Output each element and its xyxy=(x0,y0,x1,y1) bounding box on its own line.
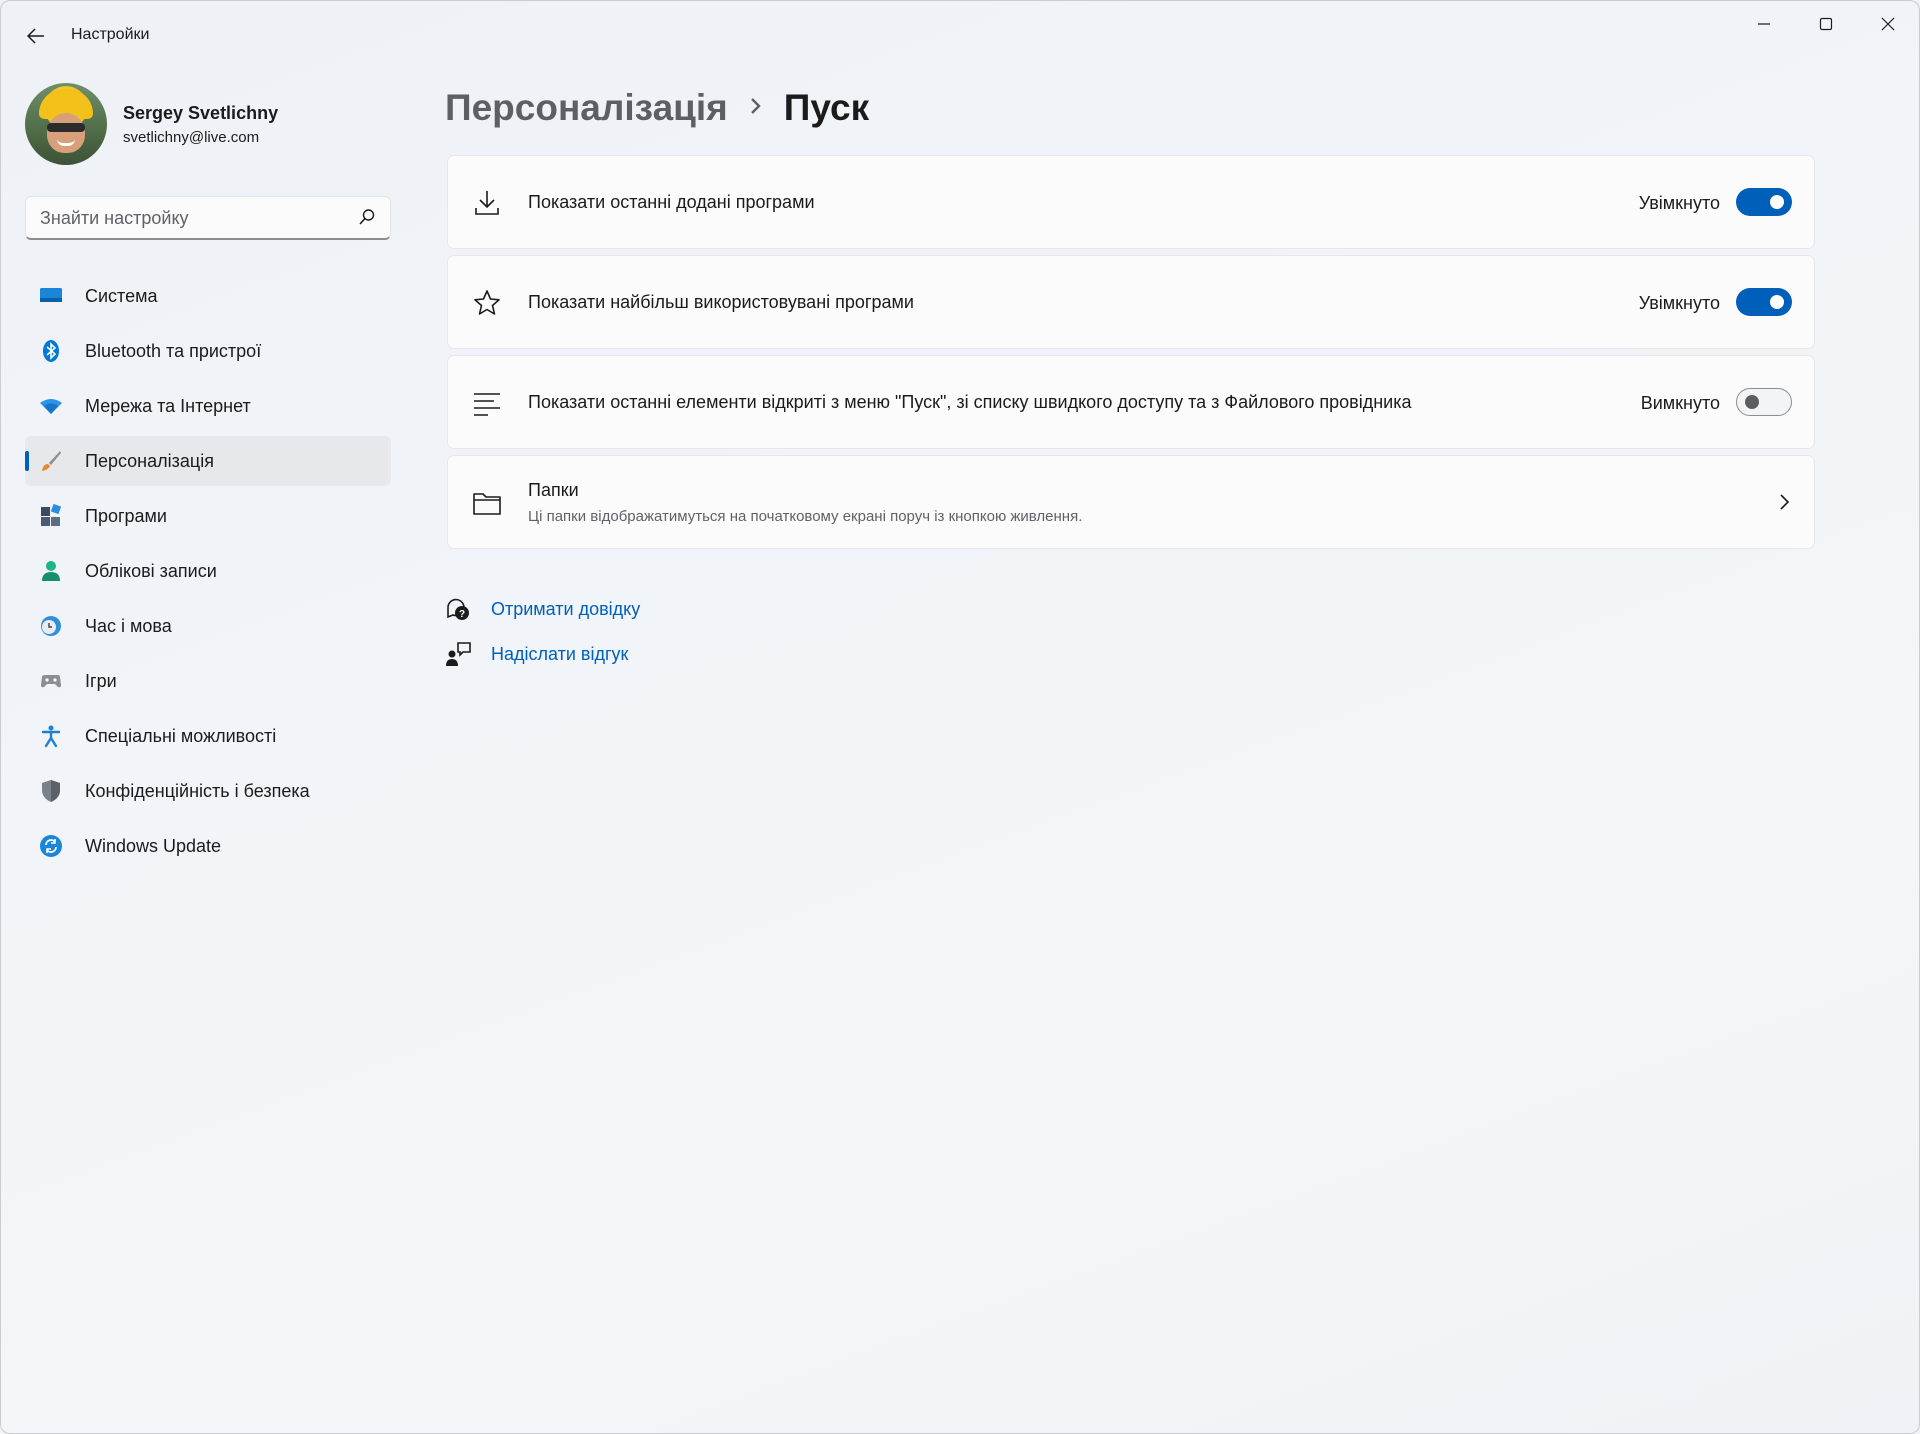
sidebar-item-time-language[interactable]: Час і мова xyxy=(25,601,391,651)
minimize-icon xyxy=(1758,23,1770,25)
sidebar-item-label: Облікові записи xyxy=(85,561,217,581)
maximize-button[interactable] xyxy=(1795,1,1857,47)
chevron-right-icon xyxy=(750,97,762,120)
search-box[interactable] xyxy=(25,196,391,240)
folder-icon xyxy=(472,488,502,518)
sidebar-item-accessibility[interactable]: Спеціальні можливості xyxy=(25,711,391,761)
apps-icon xyxy=(39,503,63,528)
sidebar-item-label: Програми xyxy=(85,506,167,526)
sidebar-item-label: Персоналізація xyxy=(85,451,214,471)
sidebar-item-accounts[interactable]: Облікові записи xyxy=(25,546,391,596)
sidebar-item-label: Конфіденційність і безпека xyxy=(85,781,310,801)
setting-title: Показати останні додані програми xyxy=(528,192,815,212)
send-feedback-text[interactable]: Надіслати відгук xyxy=(491,644,628,665)
accounts-icon xyxy=(39,559,63,583)
brush-icon xyxy=(39,449,63,473)
get-help-text[interactable]: Отримати довідку xyxy=(491,599,640,620)
sidebar-item-label: Система xyxy=(85,286,158,306)
avatar[interactable] xyxy=(25,83,107,165)
recent-items-toggle[interactable] xyxy=(1736,388,1792,416)
accessibility-icon xyxy=(39,724,63,748)
toggle-state-label: Увімкнуто xyxy=(1638,193,1720,213)
sidebar-item-apps[interactable]: Програми xyxy=(25,491,391,541)
profile-email: svetlichny@live.com xyxy=(123,129,260,146)
send-feedback-link[interactable]: Надіслати відгук xyxy=(445,639,628,669)
toggle-state-label: Увімкнуто xyxy=(1638,293,1720,313)
sidebar-item-system[interactable]: Система xyxy=(25,271,391,321)
system-icon xyxy=(39,284,63,308)
list-icon xyxy=(472,388,502,418)
sidebar-item-bluetooth[interactable]: Bluetooth та пристрої xyxy=(25,326,391,376)
setting-recent-items: Показати останні елементи відкриті з мен… xyxy=(447,355,1815,449)
feedback-icon xyxy=(445,641,471,667)
bluetooth-icon xyxy=(39,339,63,363)
sidebar-item-gaming[interactable]: Ігри xyxy=(25,656,391,706)
chevron-right-icon xyxy=(1778,492,1790,517)
get-help-link[interactable]: ? Отримати довідку xyxy=(445,594,640,624)
setting-description: Ці папки відображатимуться на початковом… xyxy=(528,508,1083,525)
download-icon xyxy=(472,188,502,218)
profile-name: Sergey Svetlichny xyxy=(123,103,279,123)
sidebar-item-windows-update[interactable]: Windows Update xyxy=(25,821,391,871)
breadcrumb: Персоналізація Пуск xyxy=(445,83,869,133)
most-used-toggle[interactable] xyxy=(1736,288,1792,316)
sidebar-item-label: Ігри xyxy=(85,671,117,691)
user-profile[interactable]: Sergey Svetlichny svetlichny@live.com xyxy=(25,81,395,165)
app-title: Настройки xyxy=(71,26,150,43)
gaming-icon xyxy=(39,669,63,693)
setting-recently-added-apps: Показати останні додані програми Увімкну… xyxy=(447,155,1815,249)
setting-title: Показати останні елементи відкриті з мен… xyxy=(528,392,1412,412)
sidebar-item-privacy[interactable]: Конфіденційність і безпека xyxy=(25,766,391,816)
setting-folders[interactable]: Папки Ці папки відображатимуться на поча… xyxy=(447,455,1815,549)
windows-update-icon xyxy=(39,834,63,858)
help-chat-icon: ? xyxy=(445,596,471,622)
setting-title: Папки xyxy=(528,480,579,500)
toggle-state-label: Вимкнуто xyxy=(1640,393,1720,413)
page-title: Пуск xyxy=(783,87,870,128)
shield-icon xyxy=(39,779,63,803)
settings-window: Настройки Sergey Svetlichny svetlichny@l… xyxy=(0,0,1920,1434)
setting-title: Показати найбільш використовувані програ… xyxy=(528,292,914,312)
close-button[interactable] xyxy=(1857,1,1919,47)
time-language-icon xyxy=(39,614,63,638)
sidebar-item-label: Спеціальні можливості xyxy=(85,726,277,746)
search-input[interactable] xyxy=(40,205,340,231)
close-icon xyxy=(1881,17,1895,31)
arrow-left-icon xyxy=(27,28,44,44)
setting-most-used-apps: Показати найбільш використовувані програ… xyxy=(447,255,1815,349)
recently-added-toggle[interactable] xyxy=(1736,188,1792,216)
sidebar-item-label: Мережа та Інтернет xyxy=(85,396,251,416)
sidebar-item-label: Час і мова xyxy=(85,616,172,636)
breadcrumb-parent[interactable]: Персоналізація xyxy=(445,87,728,129)
maximize-icon xyxy=(1819,17,1833,31)
star-icon xyxy=(472,288,502,318)
network-wifi-icon xyxy=(39,394,63,418)
search-icon[interactable] xyxy=(358,208,376,231)
sidebar-item-personalization[interactable]: Персоналізація xyxy=(25,436,391,486)
title-bar: Настройки xyxy=(1,1,1919,71)
minimize-button[interactable] xyxy=(1733,1,1795,47)
sidebar-item-label: Windows Update xyxy=(85,836,222,856)
sidebar-item-label: Bluetooth та пристрої xyxy=(85,341,262,361)
svg-text:?: ? xyxy=(459,609,465,620)
back-button[interactable] xyxy=(17,17,55,55)
sidebar-item-network[interactable]: Мережа та Інтернет xyxy=(25,381,391,431)
sidebar-nav: Система Bluetooth та пристрої Мережа та … xyxy=(25,271,391,876)
